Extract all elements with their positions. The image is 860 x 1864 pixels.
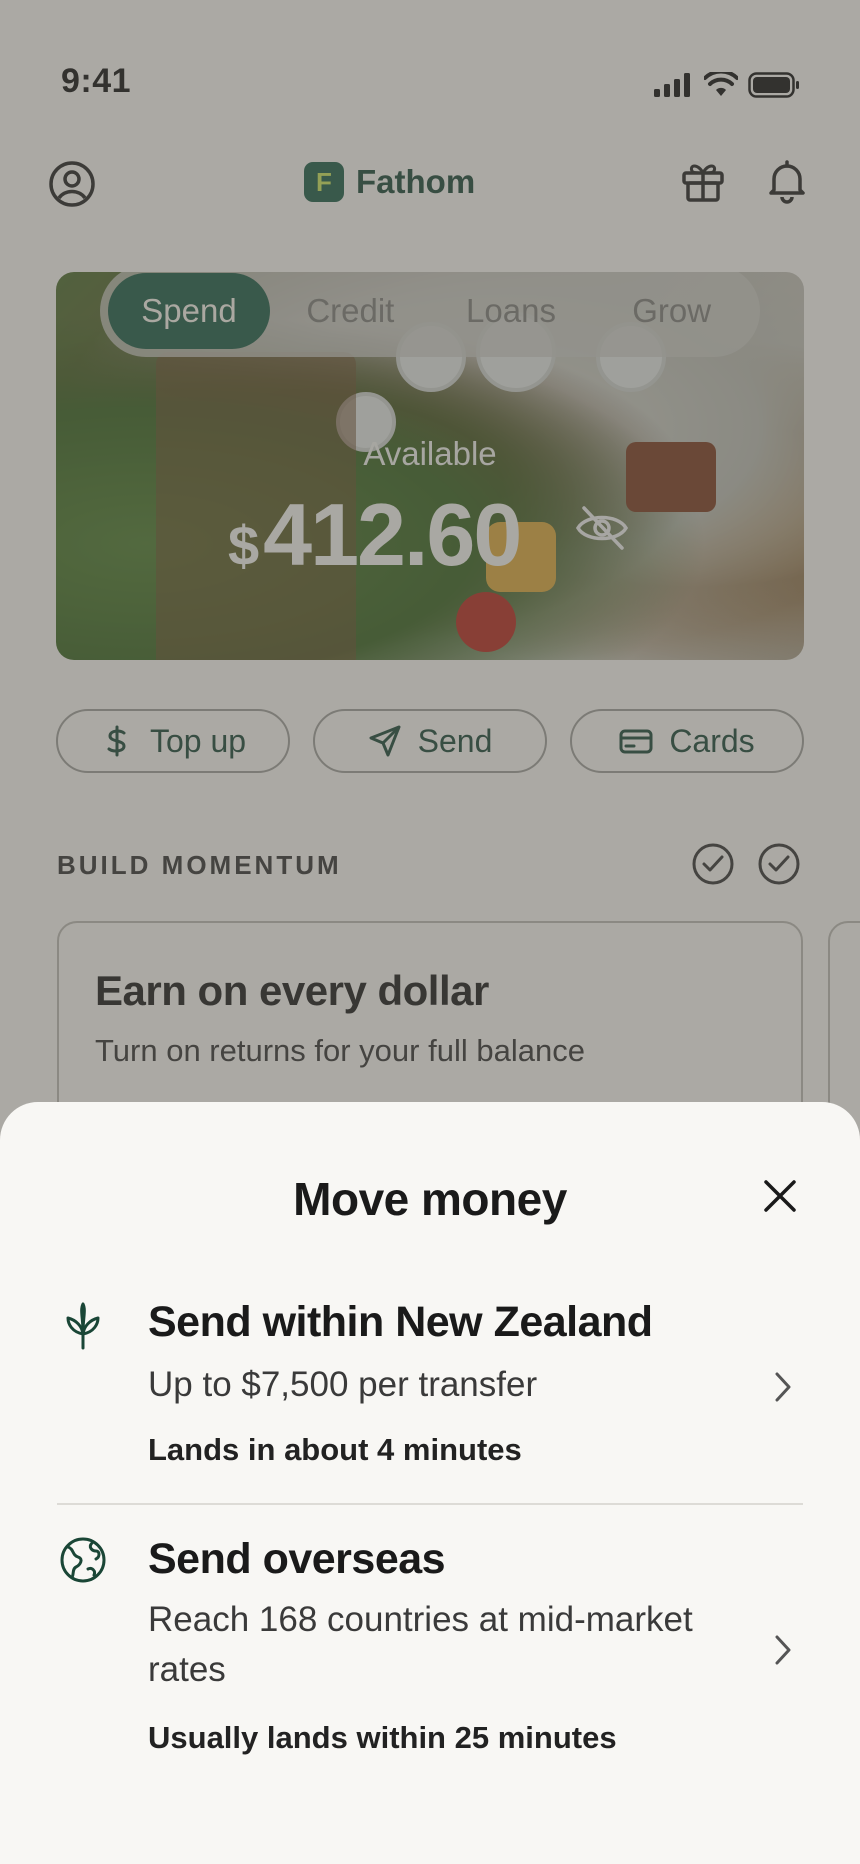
option-subtitle: Up to $7,500 per transfer	[148, 1365, 538, 1404]
send-overseas-option[interactable]: Send overseas Reach 168 countries at mid…	[0, 1505, 860, 1805]
chevron-right-icon	[775, 1372, 791, 1402]
option-note: Lands in about 4 minutes	[148, 1432, 522, 1467]
send-domestic-option[interactable]: Send within New Zealand Up to $7,500 per…	[0, 1102, 860, 1502]
option-title: Send overseas	[148, 1535, 446, 1583]
globe-icon	[60, 1537, 106, 1583]
app-screen: 9:41 F Fathom Spend Credit Loans Grow Av…	[0, 0, 860, 1864]
fern-icon	[66, 1302, 100, 1350]
option-title: Send within New Zealand	[148, 1298, 653, 1346]
move-money-sheet: Move money Send within New Zealand Up to…	[0, 1102, 860, 1864]
option-note: Usually lands within 25 minutes	[148, 1720, 617, 1755]
chevron-right-icon	[775, 1635, 791, 1665]
option-subtitle: Reach 168 countries at mid-market rates	[148, 1600, 693, 1689]
